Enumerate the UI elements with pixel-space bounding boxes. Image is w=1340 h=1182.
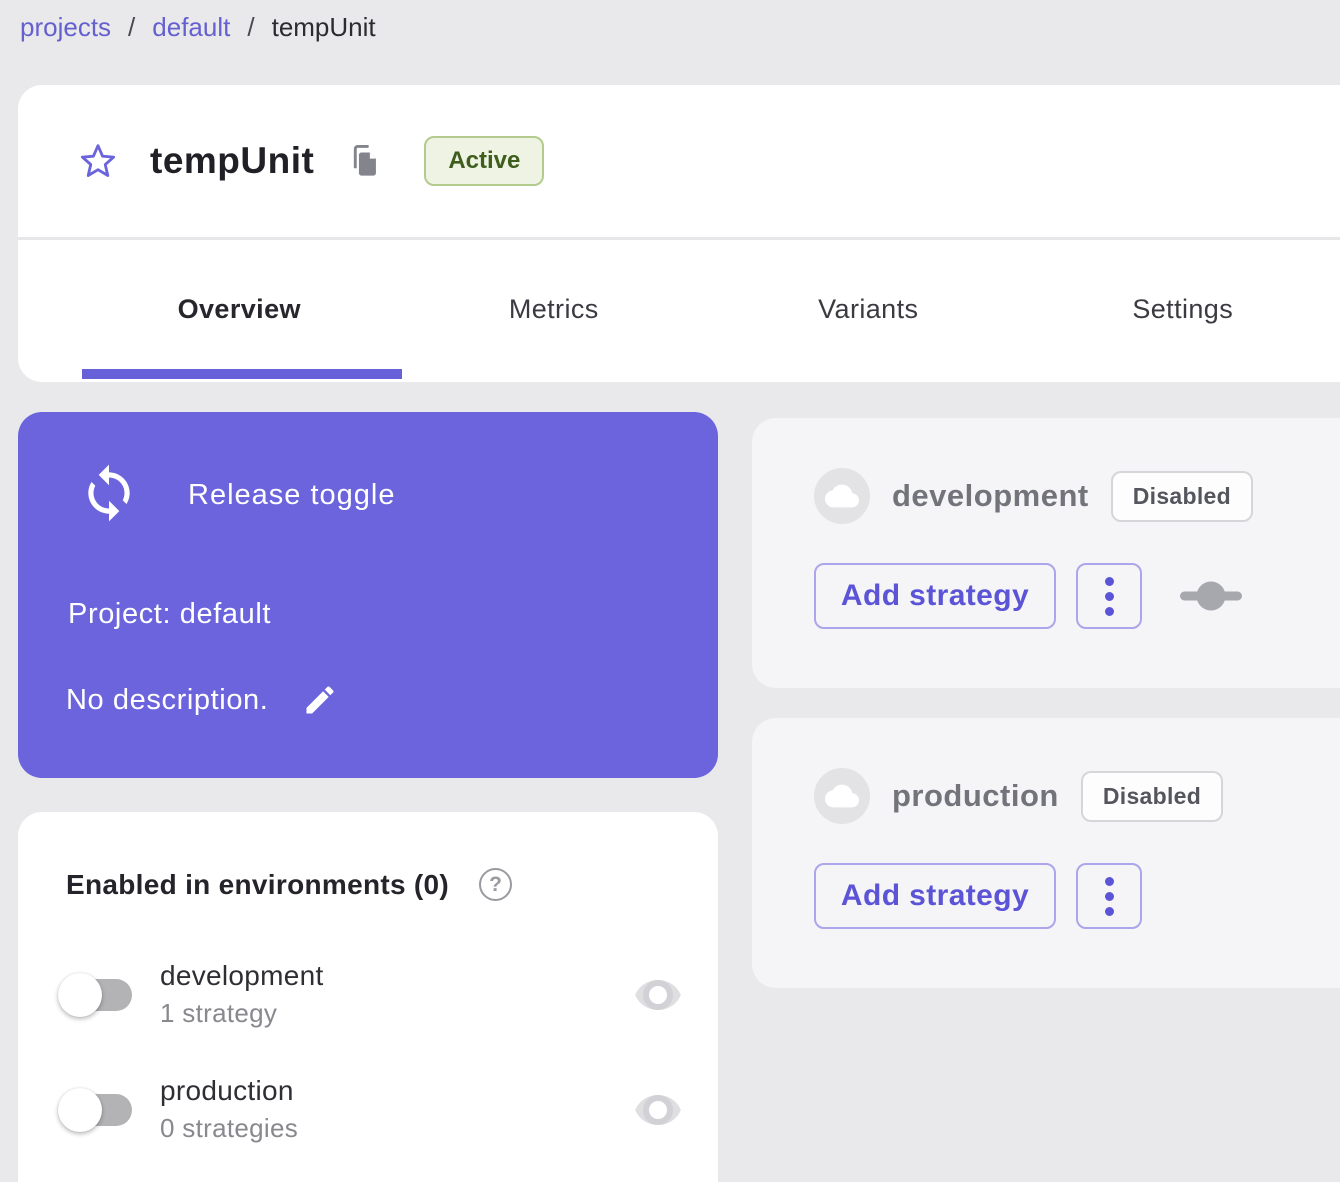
release-toggle-card: Release toggle Project: default No descr… xyxy=(18,412,718,778)
project-label: Project: default xyxy=(68,598,271,631)
environment-status-chip: Disabled xyxy=(1111,471,1253,522)
toggle-switch-development[interactable] xyxy=(58,971,134,1019)
tab-metrics[interactable]: Metrics xyxy=(397,240,712,379)
tab-overview[interactable]: Overview xyxy=(82,240,397,379)
breadcrumb-link-default[interactable]: default xyxy=(152,12,230,43)
environment-card-development: development Disabled Add strategy xyxy=(752,418,1340,688)
tab-variants[interactable]: Variants xyxy=(711,240,1026,379)
description-row: No description. xyxy=(66,682,338,718)
feature-header-row: tempUnit Active xyxy=(18,85,1340,240)
kebab-dot xyxy=(1105,577,1114,586)
breadcrumb-separator: / xyxy=(247,12,254,43)
cloud-icon xyxy=(814,468,870,524)
favorite-star-icon[interactable] xyxy=(78,141,118,181)
kebab-menu-button[interactable] xyxy=(1076,563,1142,629)
breadcrumb: projects / default / tempUnit xyxy=(20,12,376,43)
edit-pencil-icon[interactable] xyxy=(302,682,338,718)
environment-card-actions: Add strategy xyxy=(814,863,1142,929)
tab-bar: Overview Metrics Variants Settings xyxy=(18,240,1340,379)
kebab-dot xyxy=(1105,907,1114,916)
toggle-switch-production[interactable] xyxy=(58,1086,134,1134)
switch-knob xyxy=(58,1088,102,1132)
environment-row-name: development xyxy=(160,960,324,992)
panel-header: Enabled in environments (0) ? xyxy=(18,812,718,901)
environment-card-header: development Disabled xyxy=(814,468,1253,524)
add-strategy-button[interactable]: Add strategy xyxy=(814,863,1056,929)
environment-row-strategies: 1 strategy xyxy=(160,998,324,1029)
loop-icon xyxy=(78,462,140,529)
help-icon[interactable]: ? xyxy=(479,868,512,901)
status-badge: Active xyxy=(424,136,544,186)
feature-toggle-page: projects / default / tempUnit tempUnit A… xyxy=(0,0,1340,1182)
environment-card-production: production Disabled Add strategy xyxy=(752,718,1340,988)
enabled-environments-panel: Enabled in environments (0) ? developmen… xyxy=(18,812,718,1182)
release-toggle-header: Release toggle xyxy=(78,462,395,529)
kebab-dot xyxy=(1105,877,1114,886)
environment-name: production xyxy=(892,778,1059,814)
environment-name: development xyxy=(892,478,1089,514)
page-title: tempUnit xyxy=(150,140,314,182)
environment-row-production: production 0 strategies xyxy=(58,1075,682,1144)
kebab-dot xyxy=(1105,592,1114,601)
environment-card-header: production Disabled xyxy=(814,768,1223,824)
add-strategy-button[interactable]: Add strategy xyxy=(814,563,1056,629)
kebab-dot xyxy=(1105,892,1114,901)
copy-icon[interactable] xyxy=(350,144,380,178)
eye-icon[interactable] xyxy=(634,975,682,1015)
breadcrumb-separator: / xyxy=(128,12,135,43)
description-label: No description. xyxy=(66,684,268,717)
toggle-type-label: Release toggle xyxy=(188,479,395,512)
environment-card-actions: Add strategy xyxy=(814,563,1244,629)
environment-row-text: production 0 strategies xyxy=(160,1075,298,1144)
cloud-icon xyxy=(814,768,870,824)
kebab-dot xyxy=(1105,607,1114,616)
eye-icon[interactable] xyxy=(634,1090,682,1130)
switch-knob xyxy=(58,973,102,1017)
breadcrumb-current: tempUnit xyxy=(272,12,376,43)
kebab-menu-button[interactable] xyxy=(1076,863,1142,929)
environment-row-name: production xyxy=(160,1075,298,1107)
feature-header-card: tempUnit Active Overview Metrics Variant… xyxy=(18,85,1340,382)
panel-title: Enabled in environments (0) xyxy=(66,869,449,901)
rollout-strategy-icon xyxy=(1178,578,1244,614)
tab-settings[interactable]: Settings xyxy=(1026,240,1340,379)
environment-row-text: development 1 strategy xyxy=(160,960,324,1029)
active-tab-indicator xyxy=(82,369,402,379)
environment-row-development: development 1 strategy xyxy=(58,960,682,1029)
environment-status-chip: Disabled xyxy=(1081,771,1223,822)
breadcrumb-link-projects[interactable]: projects xyxy=(20,12,111,43)
environment-row-strategies: 0 strategies xyxy=(160,1113,298,1144)
